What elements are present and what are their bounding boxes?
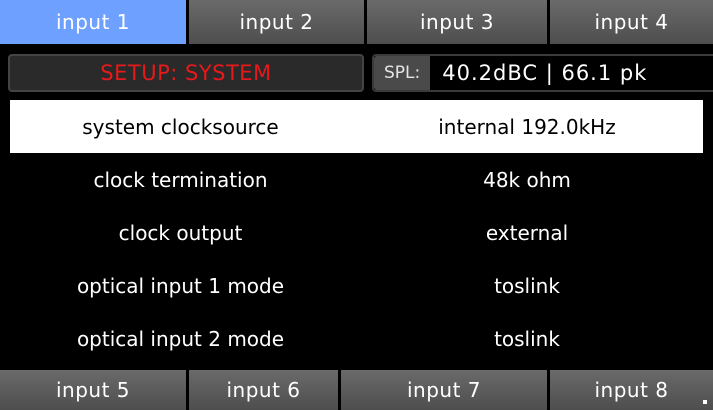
bottom-input-tabs: input 5 input 6 input 7 input 8 bbox=[0, 370, 713, 410]
setting-row-clock-termination[interactable]: clock termination 48k ohm bbox=[10, 153, 703, 206]
setting-label: system clocksource bbox=[82, 114, 279, 139]
setting-row-system-clocksource[interactable]: system clocksource internal 192.0kHz bbox=[10, 100, 703, 153]
header-bar: SETUP: SYSTEM SPL: 40.2dBC | 66.1 pk bbox=[0, 54, 713, 92]
setting-row-clock-output[interactable]: clock output external bbox=[10, 206, 703, 259]
tab-input-6[interactable]: input 6 bbox=[189, 370, 341, 410]
top-input-tabs: input 1 input 2 input 3 input 4 bbox=[0, 0, 713, 44]
tab-input-2[interactable]: input 2 bbox=[189, 0, 367, 44]
device-screen: input 1 input 2 input 3 input 4 SETUP: S… bbox=[0, 0, 713, 410]
setting-row-optical-input-1-mode[interactable]: optical input 1 mode toslink bbox=[10, 259, 703, 312]
spl-meter: SPL: 40.2dBC | 66.1 pk bbox=[372, 54, 713, 92]
setting-label: clock output bbox=[118, 220, 243, 245]
setting-value: external bbox=[485, 220, 569, 245]
tab-input-1[interactable]: input 1 bbox=[0, 0, 189, 44]
setting-value: internal 192.0kHz bbox=[438, 114, 616, 139]
status-dot bbox=[703, 400, 707, 404]
spl-value: 40.2dBC | 66.1 pk bbox=[442, 61, 648, 85]
setting-value: toslink bbox=[494, 273, 560, 298]
tab-input-4[interactable]: input 4 bbox=[550, 0, 713, 44]
tab-input-8[interactable]: input 8 bbox=[550, 370, 713, 410]
tab-input-5[interactable]: input 5 bbox=[0, 370, 189, 410]
settings-list: system clocksource internal 192.0kHz clo… bbox=[10, 100, 703, 366]
spl-label: SPL: bbox=[374, 56, 431, 90]
tab-input-7[interactable]: input 7 bbox=[341, 370, 550, 410]
setting-label: optical input 2 mode bbox=[76, 326, 285, 351]
setting-label: clock termination bbox=[93, 167, 268, 192]
tab-input-3[interactable]: input 3 bbox=[367, 0, 550, 44]
setting-value: 48k ohm bbox=[483, 167, 571, 192]
setting-label: optical input 1 mode bbox=[76, 273, 285, 298]
setting-value: toslink bbox=[494, 326, 560, 351]
page-title: SETUP: SYSTEM bbox=[8, 54, 364, 92]
setting-row-optical-input-2-mode[interactable]: optical input 2 mode toslink bbox=[10, 312, 703, 365]
